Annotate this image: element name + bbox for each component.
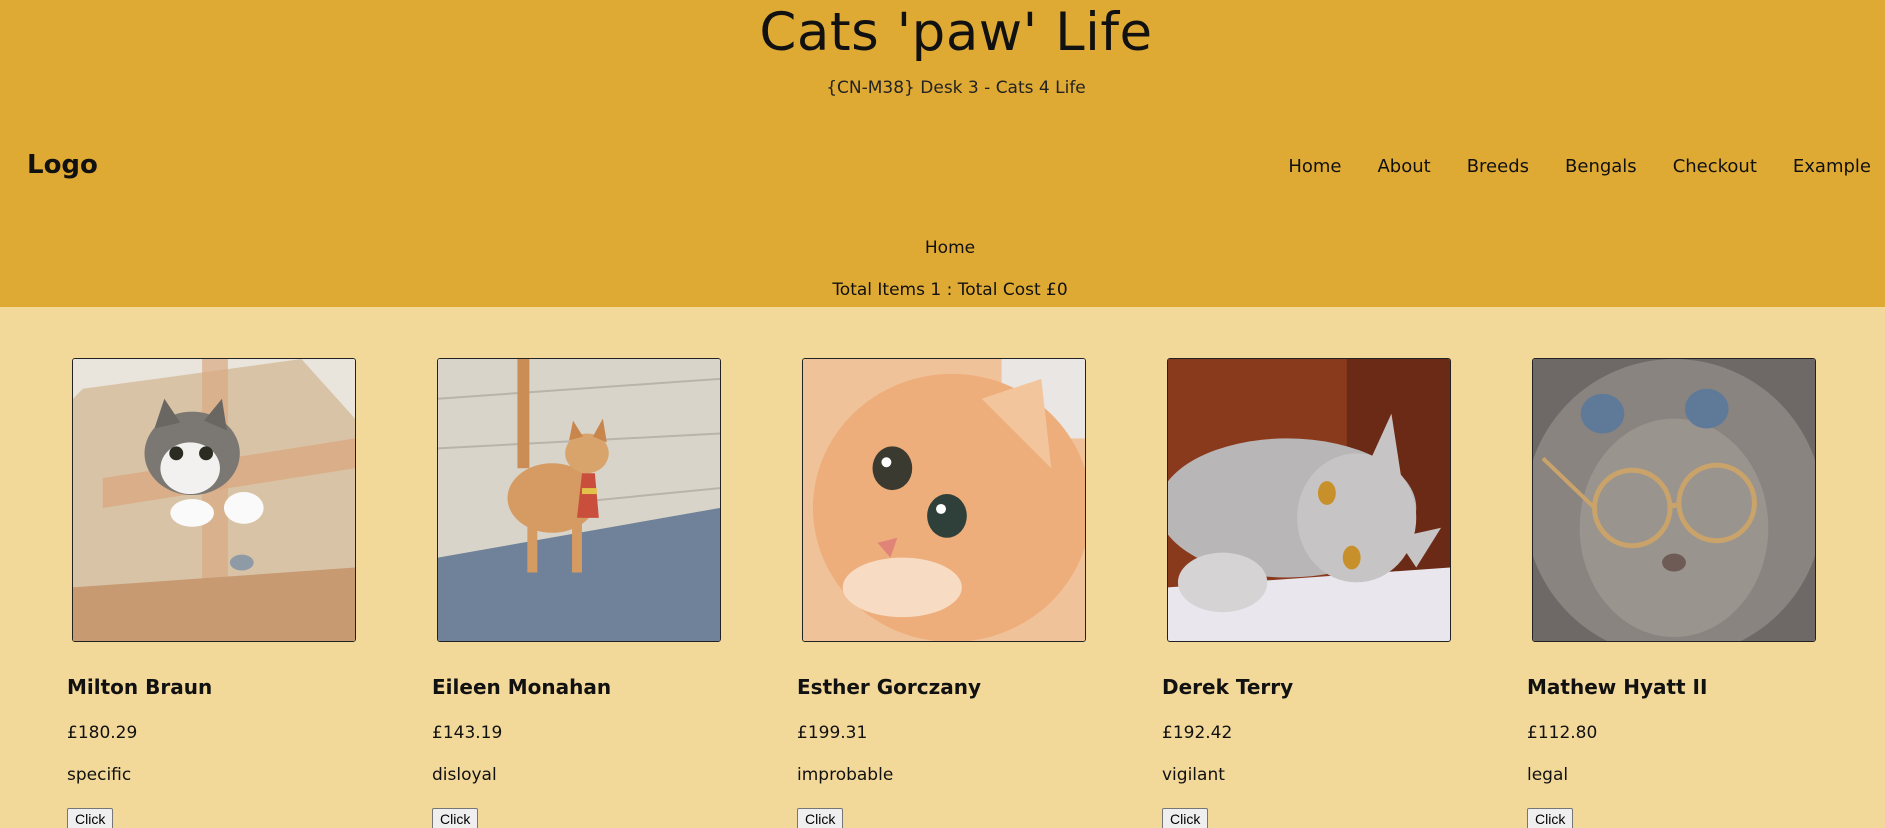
product-price: £180.29 (67, 723, 138, 743)
breadcrumb: Home (924, 238, 976, 258)
product-card: Eileen Monahan £143.19 disloyal Click (432, 357, 732, 828)
nav-breeds[interactable]: Breeds (1467, 156, 1529, 177)
product-image (802, 358, 1086, 642)
logo[interactable]: Logo (27, 150, 98, 180)
product-description: vigilant (1162, 765, 1225, 785)
product-price: £143.19 (432, 723, 503, 743)
click-button[interactable]: Click (432, 808, 479, 828)
site-title: Cats 'paw' Life (759, 2, 1153, 63)
ginger-cat-with-tie-image (438, 359, 720, 641)
main-nav: Home About Breeds Bengals Checkout Examp… (1252, 156, 1871, 177)
product-name: Milton Braun (67, 675, 213, 699)
product-name: Derek Terry (1162, 675, 1294, 699)
product-price: £192.42 (1162, 723, 1233, 743)
product-name: Mathew Hyatt II (1527, 675, 1708, 699)
product-card: Derek Terry £192.42 vigilant Click (1162, 357, 1462, 828)
product-card: Milton Braun £180.29 specific Click (67, 357, 367, 828)
product-image (437, 358, 721, 642)
click-button[interactable]: Click (67, 808, 114, 828)
silver-cat-lying-image (1168, 359, 1450, 641)
click-button[interactable]: Click (1527, 808, 1574, 828)
click-button[interactable]: Click (797, 808, 844, 828)
product-image (1167, 358, 1451, 642)
cat-with-glasses-image (1533, 359, 1815, 641)
nav-checkout[interactable]: Checkout (1673, 156, 1757, 177)
nav-about[interactable]: About (1377, 156, 1430, 177)
nav-bengals[interactable]: Bengals (1565, 156, 1637, 177)
nav-example[interactable]: Example (1793, 156, 1871, 177)
product-card: Mathew Hyatt II £112.80 legal Click (1527, 357, 1827, 828)
nav-home[interactable]: Home (1288, 156, 1341, 177)
cart-totals: Total Items 1 : Total Cost £0 (832, 280, 1068, 300)
product-name: Eileen Monahan (432, 675, 612, 699)
tabby-cat-in-box-image (73, 359, 355, 641)
product-description: improbable (797, 765, 894, 785)
site-header: Cats 'paw' Life {CN-M38} Desk 3 - Cats 4… (0, 0, 1885, 307)
product-card: Esther Gorczany £199.31 improbable Click (797, 357, 1097, 828)
product-description: disloyal (432, 765, 497, 785)
site-subtitle: {CN-M38} Desk 3 - Cats 4 Life (826, 78, 1086, 98)
product-description: specific (67, 765, 132, 785)
product-price: £199.31 (797, 723, 868, 743)
product-price: £112.80 (1527, 723, 1598, 743)
product-name: Esther Gorczany (797, 675, 982, 699)
product-image (1532, 358, 1816, 642)
click-button[interactable]: Click (1162, 808, 1209, 828)
product-description: legal (1527, 765, 1569, 785)
product-image (72, 358, 356, 642)
orange-kitten-face-image (803, 359, 1085, 641)
